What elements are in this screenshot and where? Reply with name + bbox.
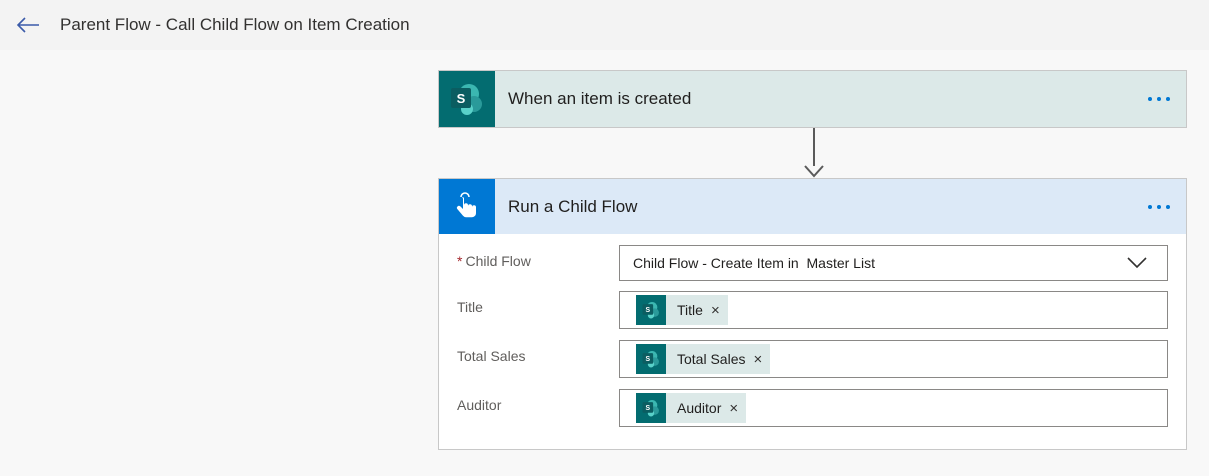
more-dot-icon xyxy=(1166,204,1170,209)
total-sales-input[interactable]: S Total Sales × xyxy=(619,340,1168,378)
svg-text:S: S xyxy=(646,356,651,363)
trigger-more-options-button[interactable] xyxy=(1146,91,1172,107)
touch-hand-icon xyxy=(439,179,495,234)
more-dot-icon xyxy=(1148,97,1152,101)
child-flow-label: * Child Flow xyxy=(457,253,531,269)
child-flow-dropdown[interactable]: Child Flow - Create Item in Master List xyxy=(619,245,1168,281)
title-input[interactable]: S Title × xyxy=(619,291,1168,329)
remove-token-button[interactable]: × xyxy=(711,303,720,318)
more-dot-icon xyxy=(1157,97,1161,101)
action-title: Run a Child Flow xyxy=(508,196,638,216)
remove-token-button[interactable]: × xyxy=(729,401,738,416)
title-token[interactable]: S Title × xyxy=(636,295,728,325)
sharepoint-icon: S xyxy=(439,71,495,127)
connector-arrow-icon xyxy=(804,165,824,178)
action-card: Run a Child Flow * Child Flow Child Flow … xyxy=(438,178,1187,450)
token-label: Title xyxy=(677,302,703,318)
remove-token-button[interactable]: × xyxy=(753,352,762,367)
trigger-card-header[interactable]: S When an item is created xyxy=(439,71,1186,127)
total-sales-row: Total Sales S Total Sales × xyxy=(457,340,1168,378)
svg-text:S: S xyxy=(646,307,651,314)
total-sales-label: Total Sales xyxy=(457,348,526,364)
action-more-options-button[interactable] xyxy=(1146,199,1172,215)
more-dot-icon xyxy=(1166,97,1170,101)
title-row: Title S Title × xyxy=(457,291,1168,329)
total-sales-token[interactable]: S Total Sales × xyxy=(636,344,771,374)
token-label: Total Sales xyxy=(677,351,746,367)
child-flow-value: Child Flow - Create Item in Master List xyxy=(633,255,875,271)
auditor-input[interactable]: S Auditor × xyxy=(619,389,1168,427)
auditor-row: Auditor S Auditor × xyxy=(457,389,1168,427)
auditor-token[interactable]: S Auditor × xyxy=(636,393,747,423)
more-dot-icon xyxy=(1157,204,1161,209)
title-label: Title xyxy=(457,299,483,315)
svg-text:S: S xyxy=(457,91,466,106)
svg-text:S: S xyxy=(646,405,651,412)
back-button[interactable] xyxy=(15,12,41,38)
token-label: Auditor xyxy=(677,400,722,416)
top-bar: Parent Flow - Call Child Flow on Item Cr… xyxy=(0,0,1209,50)
trigger-card[interactable]: S When an item is created xyxy=(438,70,1187,128)
flow-title: Parent Flow - Call Child Flow on Item Cr… xyxy=(60,15,410,34)
child-flow-row: * Child Flow Child Flow - Create Item in … xyxy=(457,245,1168,281)
sharepoint-icon: S xyxy=(636,393,666,423)
back-arrow-icon xyxy=(16,17,39,33)
required-marker: * xyxy=(457,253,463,269)
action-card-header[interactable]: Run a Child Flow xyxy=(439,179,1186,234)
sharepoint-icon: S xyxy=(636,344,666,374)
more-dot-icon xyxy=(1148,204,1152,209)
trigger-title: When an item is created xyxy=(508,89,692,108)
auditor-label: Auditor xyxy=(457,397,502,413)
chevron-down-icon xyxy=(1127,257,1147,269)
sharepoint-icon: S xyxy=(636,295,666,325)
